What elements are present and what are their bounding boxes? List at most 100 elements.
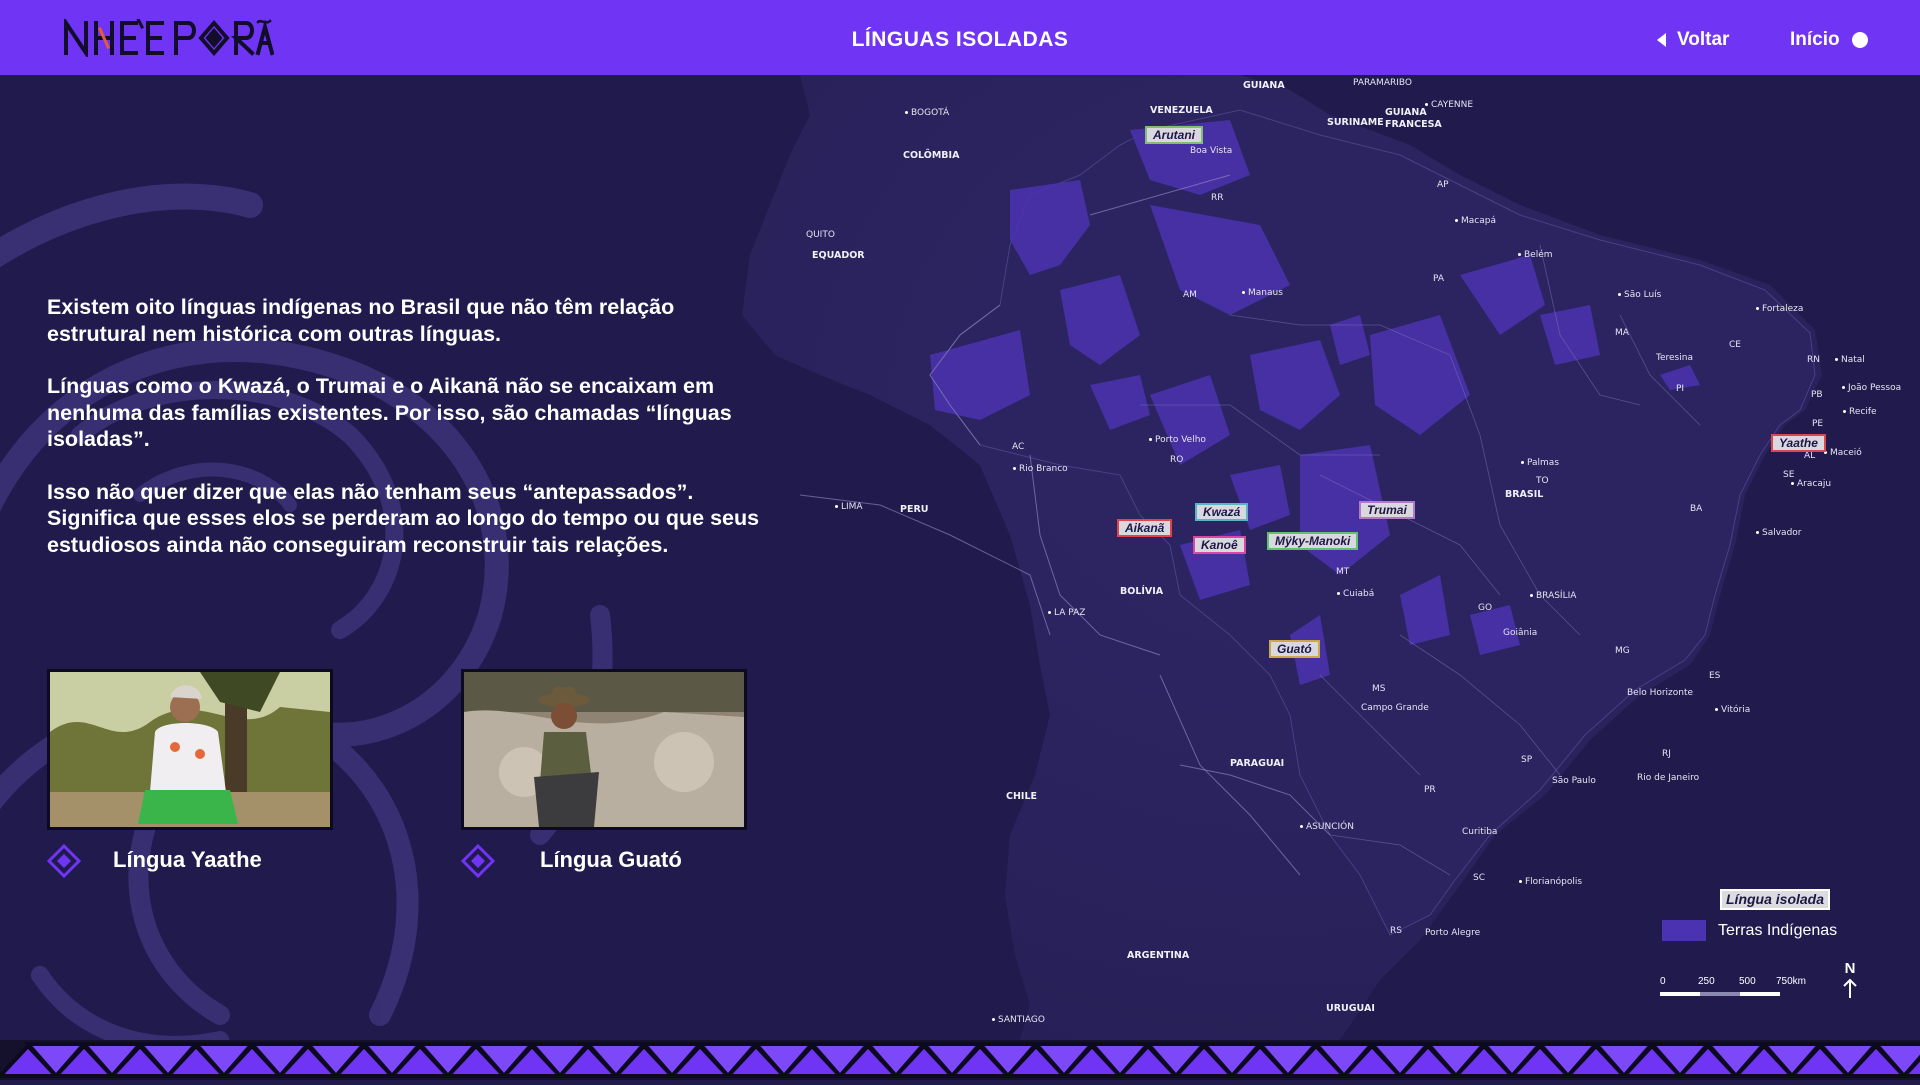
state-mg: MG xyxy=(1615,646,1630,656)
city-bogota: BOGOTÁ xyxy=(905,108,949,118)
legend-indigenous-lands-label: Terras Indígenas xyxy=(1718,921,1838,939)
state-se: SE xyxy=(1783,470,1795,480)
thumbnail-woman-image xyxy=(50,672,330,827)
city-vitoria: Vitória xyxy=(1715,705,1750,715)
place-guiana-francesa: GUIANA FRANCESA xyxy=(1385,107,1442,130)
city-brasilia: BRASÍLIA xyxy=(1530,591,1576,601)
place-argentina: ARGENTINA xyxy=(1127,950,1190,961)
state-pr: PR xyxy=(1424,785,1436,795)
video-card-label: Língua Guató xyxy=(540,847,682,872)
thumbnail-man-image xyxy=(464,672,744,827)
place-brasil: BRASIL xyxy=(1505,489,1544,500)
triangle-pattern xyxy=(0,1040,1920,1080)
place-bolivia: BOLÍVIA xyxy=(1120,586,1164,597)
home-button[interactable]: Início xyxy=(1790,26,1868,54)
intro-text: Existem oito línguas indígenas no Brasil… xyxy=(47,294,767,584)
state-rn: RN xyxy=(1807,355,1820,365)
state-rs: RS xyxy=(1390,926,1402,936)
city-campo-grande: Campo Grande xyxy=(1361,703,1429,713)
video-card-yaathe[interactable]: Língua Yaathe xyxy=(47,669,347,879)
state-go: GO xyxy=(1478,603,1493,613)
place-peru: PERU xyxy=(900,504,929,515)
city-joao-pessoa: João Pessoa xyxy=(1842,383,1901,393)
city-sao-luis: São Luís xyxy=(1618,290,1661,300)
diamond-play-icon xyxy=(461,844,495,878)
north-label: N xyxy=(1844,960,1856,977)
place-equador: EQUADOR xyxy=(812,250,865,261)
footer-pattern xyxy=(0,1040,1920,1080)
state-pa: PA xyxy=(1433,274,1445,284)
back-button[interactable]: Voltar xyxy=(1655,26,1729,54)
home-button-label: Início xyxy=(1790,29,1840,50)
state-ap: AP xyxy=(1437,180,1449,190)
city-goiania: Goiânia xyxy=(1503,628,1538,638)
place-guiana: GUIANA xyxy=(1243,80,1285,91)
city-porto-alegre: Porto Alegre xyxy=(1425,928,1481,938)
scale-tick-250: 250 xyxy=(1698,976,1715,987)
lang-tag-myky-manoki[interactable]: Mÿky-Manoki xyxy=(1267,532,1359,550)
state-ac: AC xyxy=(1012,442,1025,452)
arrow-up-icon xyxy=(1843,978,1857,998)
scale-tick-750: 750km xyxy=(1776,976,1807,987)
state-rr: RR xyxy=(1211,193,1224,203)
place-paraguai: PARAGUAI xyxy=(1230,758,1285,769)
city-belo-horizonte: Belo Horizonte xyxy=(1627,688,1694,698)
lang-tag-trumai[interactable]: Trumai xyxy=(1359,501,1415,519)
legend-swatch xyxy=(1662,920,1706,941)
city-cuiaba: Cuiabá xyxy=(1337,589,1374,599)
city-asuncion: ASUNCIÓN xyxy=(1300,822,1354,832)
video-thumbnail[interactable] xyxy=(461,669,747,830)
city-la-paz: LA PAZ xyxy=(1048,608,1085,618)
city-salvador: Salvador xyxy=(1756,528,1802,538)
city-sao-paulo: São Paulo xyxy=(1552,776,1596,786)
place-venezuela: VENEZUELA xyxy=(1150,105,1213,116)
city-lima: LIMA xyxy=(835,502,863,512)
lang-tag-guato[interactable]: Guató xyxy=(1269,640,1320,658)
lang-tag-kwaza[interactable]: Kwazá xyxy=(1195,503,1249,521)
scale-bar: 0 250 500 750km xyxy=(1660,976,1806,1002)
city-teresina: Teresina xyxy=(1656,353,1693,363)
scale-tick-500: 500 xyxy=(1739,976,1756,987)
header-bar: LÍNGUAS ISOLADAS Voltar Início xyxy=(0,0,1920,75)
place-chile: CHILE xyxy=(1006,791,1038,802)
city-aracaju: Aracaju xyxy=(1791,479,1831,489)
city-rio-de-janeiro: Rio de Janeiro xyxy=(1637,773,1700,783)
lang-tag-aikana[interactable]: Aikanã xyxy=(1117,519,1173,537)
city-paramaribo: PARAMARIBO xyxy=(1353,78,1412,88)
video-card-guato[interactable]: Língua Guató xyxy=(461,669,761,879)
city-recife: Recife xyxy=(1843,407,1877,417)
state-ma: MA xyxy=(1615,328,1629,338)
state-sp: SP xyxy=(1521,755,1533,765)
state-pi: PI xyxy=(1676,384,1685,394)
lang-tag-kanoe[interactable]: Kanoê xyxy=(1193,536,1246,554)
city-curitiba: Curitiba xyxy=(1462,827,1498,837)
state-pb: PB xyxy=(1811,390,1823,400)
state-al: AL xyxy=(1804,451,1816,461)
city-florianopolis: Florianópolis xyxy=(1519,877,1582,887)
city-cayenne: CAYENNE xyxy=(1425,100,1473,110)
city-belem: Belém xyxy=(1518,250,1553,260)
place-colombia: COLÔMBIA xyxy=(903,150,960,161)
state-ba: BA xyxy=(1690,504,1703,514)
legend-isolated-language: Língua isolada xyxy=(1720,889,1831,910)
legend-indigenous-lands: Terras Indígenas xyxy=(1662,920,1837,941)
city-maceio: Maceió xyxy=(1824,448,1862,458)
circle-icon xyxy=(1851,32,1868,48)
intro-paragraph-1: Existem oito línguas indígenas no Brasil… xyxy=(47,295,675,346)
page-title: LÍNGUAS ISOLADAS xyxy=(851,28,1069,51)
state-am: AM xyxy=(1183,290,1197,300)
city-santiago: SANTIAGO xyxy=(992,1015,1045,1025)
video-thumbnail[interactable] xyxy=(47,669,333,830)
city-natal: Natal xyxy=(1835,355,1865,365)
state-es: ES xyxy=(1709,671,1721,681)
logo[interactable] xyxy=(64,18,274,58)
lang-tag-yaathe[interactable]: Yaathe xyxy=(1771,434,1826,452)
state-ms: MS xyxy=(1372,684,1386,694)
north-arrow: N xyxy=(1840,960,1860,1003)
city-macapa: Macapá xyxy=(1455,216,1496,226)
city-boa-vista: Boa Vista xyxy=(1190,146,1233,156)
diamond-play-icon xyxy=(47,844,81,878)
lang-tag-arutani[interactable]: Arutani xyxy=(1145,126,1203,144)
state-mt: MT xyxy=(1336,567,1350,577)
place-uruguai: URUGUAI xyxy=(1326,1003,1375,1014)
